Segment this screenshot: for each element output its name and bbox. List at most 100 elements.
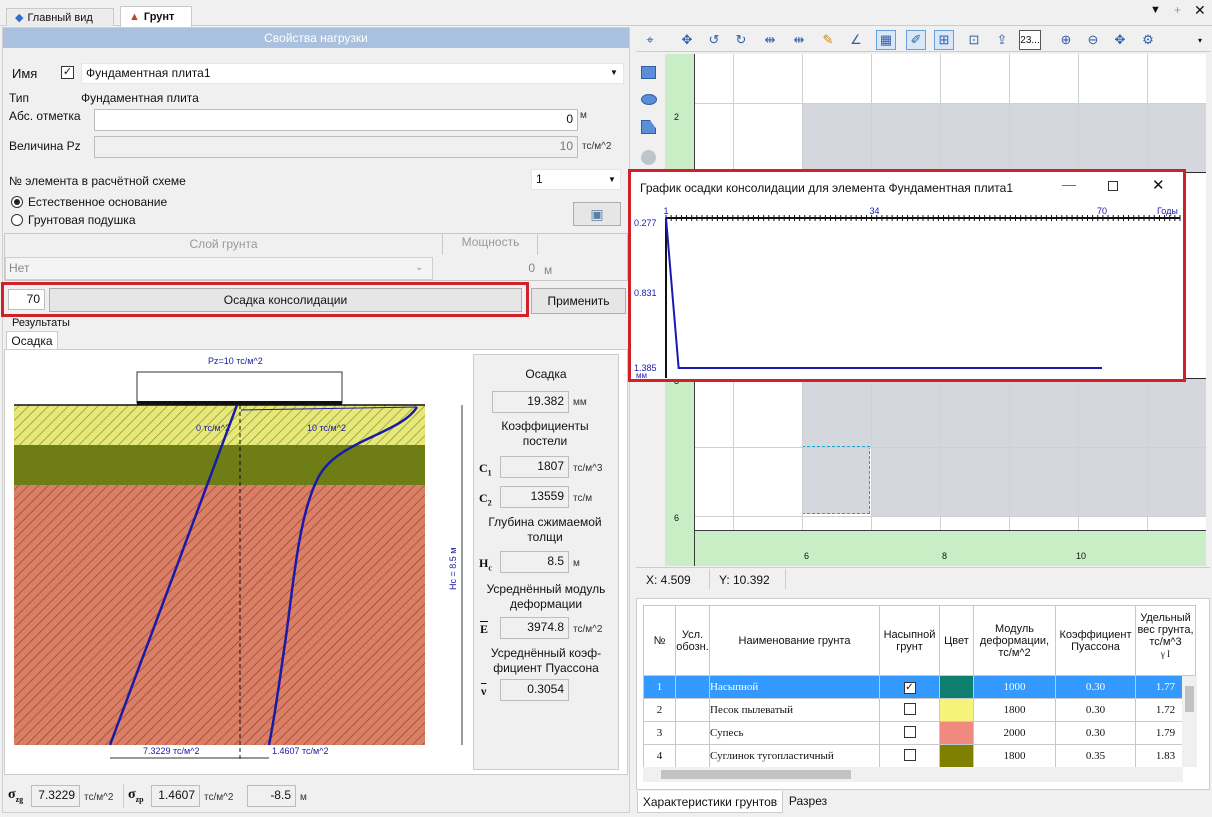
cell-fill[interactable] [879,744,940,767]
vscroll-thumb[interactable] [1185,686,1194,712]
table-vscroll[interactable] [1182,676,1197,767]
name-dropdown-icon[interactable]: ▼ [610,68,618,77]
frame-icon[interactable]: ⊡ [964,30,984,50]
tab-menu-arrow-icon[interactable]: ▼ [1150,4,1161,16]
mirror-h-icon[interactable]: ⇹ [760,30,780,50]
table-row[interactable]: 4 Суглинок тугопластичный 1800 0.35 1.83 [643,744,1196,767]
cell-fill[interactable]: ✓ [879,675,940,699]
ellipse-tool-icon[interactable] [641,94,657,105]
name-checkbox[interactable]: ✓ [61,66,74,79]
snap-icon[interactable]: ⊞ [934,30,954,50]
selected-cell[interactable] [802,446,870,514]
cell-fill[interactable] [879,721,940,745]
coord-sep [709,569,710,589]
fill-checkbox[interactable] [903,748,916,761]
tab-main-view[interactable]: ◆ Главный вид [6,8,114,26]
consolidation-settlement-button[interactable]: Осадка консолидации [49,288,522,312]
view-icon: ◆ [15,12,24,24]
cell-mod: 1000 [973,675,1056,699]
layer-unit: м [544,263,553,277]
fill-checkbox[interactable] [903,725,916,738]
cushion-settings-button[interactable]: ▣ [573,202,621,226]
zoom-out-icon[interactable]: ⊖ [1083,30,1103,50]
rotate-left-icon[interactable]: ↺ [704,30,724,50]
grid-cell [1078,447,1148,517]
table-row[interactable]: 1 Насыпной ✓ 1000 0.30 1.77 [643,675,1196,699]
grid-icon[interactable]: ▦ [876,30,896,50]
tab-soil[interactable]: ▲ Грунт [120,6,192,27]
popup-close-icon[interactable]: ✕ [1152,176,1165,194]
coord-y: Y: 10.392 [719,573,770,587]
minimize-icon[interactable]: — [1062,176,1076,192]
type-label: Тип [9,91,30,105]
element-dropdown-icon[interactable]: ▼ [608,175,616,184]
ruler-bottom-label: 10 [1076,551,1087,561]
measure-icon[interactable]: ✐ [906,30,926,50]
zoom-in-icon[interactable]: ⊕ [1056,30,1076,50]
pointer-icon[interactable]: ⌖ [640,30,660,50]
c1-value: 1807 [500,456,569,478]
abs-input[interactable]: 0 [94,109,578,131]
cell-fill[interactable] [879,698,940,722]
move-icon[interactable]: ✥ [677,30,697,50]
right-bottom-label: 1.4607 тс/м^2 [272,746,329,756]
table-hscroll[interactable] [643,767,1183,782]
rotate-right-icon[interactable]: ↻ [731,30,751,50]
cell-n: 3 [643,721,676,745]
apply-button[interactable]: Применить [531,288,626,314]
col-header: № [643,605,676,676]
close-icon[interactable]: ✕ [1194,2,1206,19]
layer-soil-select[interactable]: Нет [5,257,433,280]
table-row[interactable]: 2 Песок пылеватый 1800 0.30 1.72 [643,698,1196,722]
grid-cell [1009,378,1079,448]
x-tick-label: 34 [870,206,880,216]
tab-soil-characteristics[interactable]: Характеристики грунтов [637,791,783,813]
pin-icon[interactable]: + [1174,3,1181,17]
hscroll-thumb[interactable] [661,770,851,779]
abs-label: Абс. отметка [9,109,81,123]
number-icon[interactable]: 23... [1019,30,1041,50]
fill-checkbox[interactable]: ✓ [903,681,916,694]
settle-value: 19.382 [492,391,569,413]
layer-header-soil: Слой грунта [5,234,443,255]
maximize-icon[interactable] [1108,181,1118,191]
ruler-bottom-label: 8 [942,551,948,561]
nu-label: ν [481,684,487,698]
mirror-v-icon[interactable]: ⇹ [789,30,809,50]
cell-pois: 0.30 [1055,698,1136,722]
radio-cushion[interactable] [11,214,23,226]
fill-checkbox[interactable] [903,702,916,715]
tab-section[interactable]: Разрез [785,791,831,811]
col-header: Коэффициент Пуассона [1055,605,1136,676]
years-input[interactable]: 70 [8,289,45,310]
layer-thickness-input[interactable]: 0 [444,257,538,280]
toolbar-overflow-icon[interactable]: ▾ [1190,30,1210,50]
name-select[interactable]: Фундаментная плита1 [81,63,624,84]
export-icon[interactable]: ⇪ [992,30,1012,50]
consolidation-chart: 1 34 70 Годы0.2770.8311.385мм [634,206,1181,380]
cell-n: 2 [643,698,676,722]
grid-line-h [695,447,1206,448]
pan-icon[interactable]: ✥ [1110,30,1130,50]
c1-unit: тс/м^3 [573,463,603,474]
tab-settlement[interactable]: Осадка [6,331,58,350]
grid-cell [1147,103,1206,173]
c2-unit: тс/м [573,493,593,504]
cell-pois: 0.35 [1055,744,1136,767]
depth-unit: м [300,792,307,803]
col-header: Наименование грунта [709,605,880,676]
color-swatch [939,721,974,745]
angle-icon[interactable]: ∠ [846,30,866,50]
pz-label: Величина Pz [9,139,81,153]
cell-name: Супесь [709,721,880,745]
table-row[interactable]: 3 Супесь 2000 0.30 1.79 [643,721,1196,745]
radio-natural[interactable] [11,196,23,208]
grid-cell [940,447,1010,517]
settings-icon[interactable]: ⚙ [1138,30,1158,50]
ruler-icon[interactable]: ✎ [818,30,838,50]
rect-tool-icon[interactable] [641,66,656,79]
grid-cell [1078,378,1148,448]
layer-dropdown-icon[interactable]: ⌄ [415,262,423,273]
circle-tool-icon[interactable] [641,150,656,165]
settlement-diagram [14,371,463,760]
